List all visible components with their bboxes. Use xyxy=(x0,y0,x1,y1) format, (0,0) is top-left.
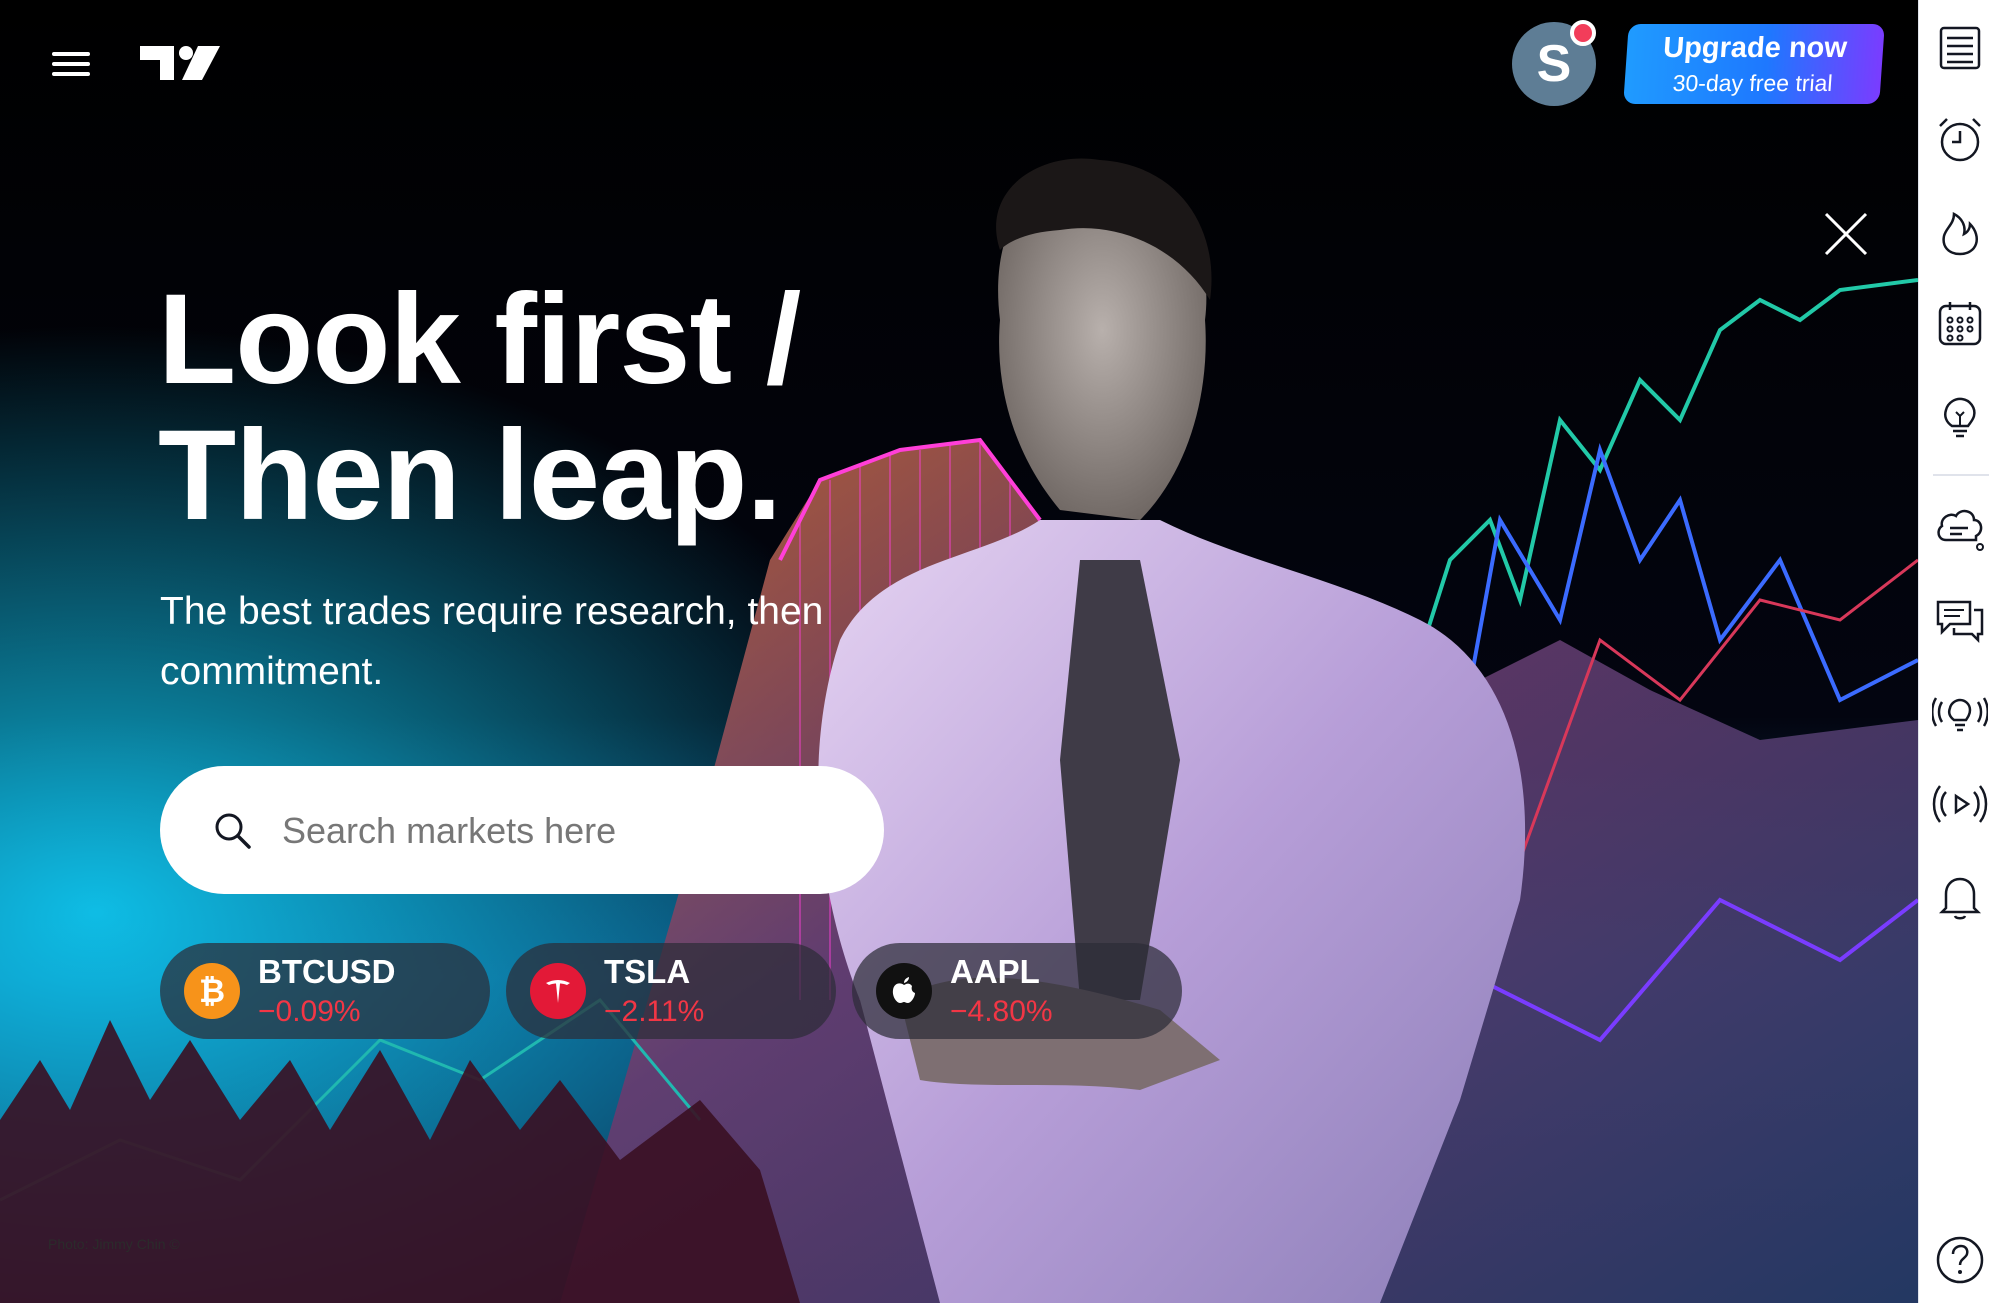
search-input[interactable] xyxy=(280,794,844,868)
right-sidebar xyxy=(1918,0,2000,1303)
watchlist-icon[interactable] xyxy=(1932,20,1988,76)
upgrade-subtitle: 30-day free trial xyxy=(1671,70,1834,96)
hero-banner: S Upgrade now 30-day free trial Look fir… xyxy=(0,0,1918,1303)
alarm-clock-icon[interactable] xyxy=(1932,112,1988,168)
user-avatar[interactable]: S xyxy=(1512,20,1596,106)
flame-icon[interactable] xyxy=(1932,204,1988,260)
close-icon[interactable] xyxy=(1818,206,1874,262)
hero-headline: Look first / Then leap. xyxy=(158,268,801,547)
sidebar-divider xyxy=(1933,474,1989,476)
help-icon[interactable] xyxy=(1932,1232,1988,1288)
ticker-aapl[interactable]: AAPL −4.80% xyxy=(852,943,1182,1039)
hamburger-menu-icon[interactable] xyxy=(48,46,96,82)
ticker-btcusd[interactable]: ₿ BTCUSD −0.09% xyxy=(160,943,490,1039)
notification-dot xyxy=(1570,20,1596,46)
upgrade-title: Upgrade now xyxy=(1662,32,1849,64)
ticker-tsla[interactable]: TSLA −2.11% xyxy=(506,943,836,1039)
ticker-symbol: AAPL xyxy=(950,953,1040,990)
headline-line-2: Then leap. xyxy=(158,404,782,547)
ticker-symbol: TSLA xyxy=(604,953,691,990)
hero-subheading: The best trades require research, then c… xyxy=(160,590,824,693)
bitcoin-icon: ₿ xyxy=(184,963,240,1019)
lightbulb-icon[interactable] xyxy=(1932,388,1988,444)
top-bar: S Upgrade now 30-day free trial xyxy=(0,0,1918,130)
chat-cloud-icon[interactable] xyxy=(1932,500,1988,556)
tradingview-logo[interactable] xyxy=(140,40,240,86)
messages-icon[interactable] xyxy=(1932,592,1988,648)
tesla-icon xyxy=(530,963,586,1019)
ticker-change: −0.09% xyxy=(258,995,361,1028)
ticker-symbol: BTCUSD xyxy=(258,953,396,990)
calendar-icon[interactable] xyxy=(1932,296,1988,352)
search-icon xyxy=(215,813,251,849)
ideas-stream-icon[interactable] xyxy=(1931,684,1989,740)
photo-credit: Photo: Jimmy Chin © xyxy=(48,1236,180,1252)
upgrade-button[interactable]: Upgrade now 30-day free trial xyxy=(1623,24,1885,104)
bell-icon[interactable] xyxy=(1932,868,1988,924)
ticker-change: −4.80% xyxy=(950,995,1053,1028)
ticker-change: −2.11% xyxy=(604,995,705,1028)
search-bar[interactable] xyxy=(160,766,884,894)
avatar-letter: S xyxy=(1536,35,1572,93)
headline-line-1: Look first / xyxy=(158,268,801,411)
apple-icon xyxy=(876,963,932,1019)
broadcast-icon[interactable] xyxy=(1932,776,1988,832)
